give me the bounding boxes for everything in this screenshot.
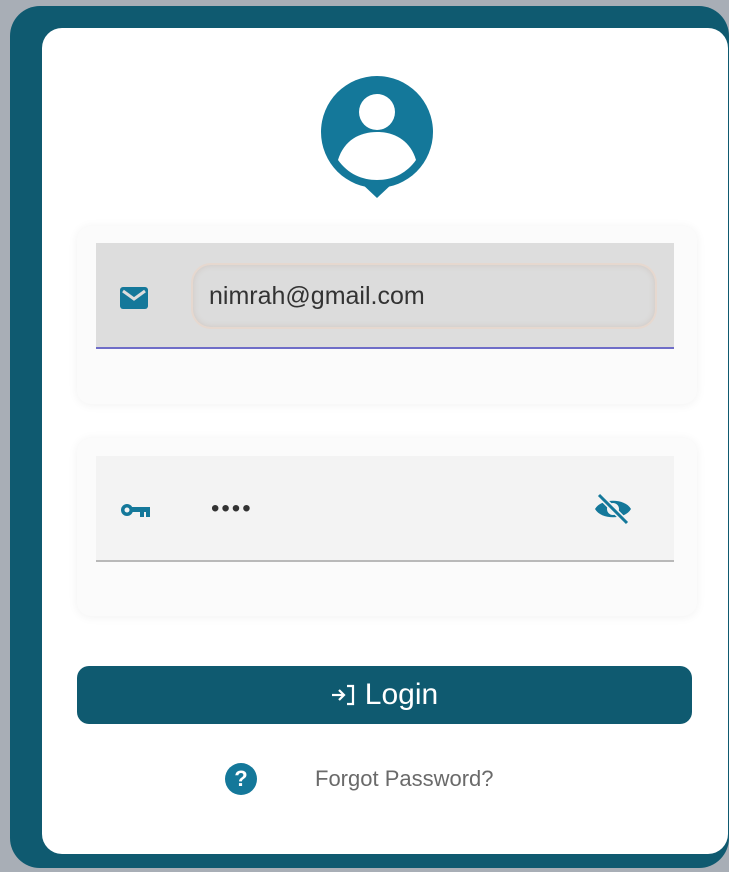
help-circle-icon: ? [225, 763, 257, 795]
email-panel [77, 226, 697, 404]
login-card: Login ? Forgot Password? [42, 28, 728, 854]
email-field [96, 243, 674, 349]
login-arrow-icon [331, 684, 354, 706]
login-button[interactable]: Login [77, 666, 692, 724]
forgot-password-label: Forgot Password? [315, 766, 494, 791]
outer-frame: Login ? Forgot Password? [10, 6, 729, 868]
password-input[interactable] [211, 484, 571, 534]
password-panel [77, 438, 697, 616]
eye-off-icon[interactable] [591, 492, 635, 526]
email-input-wrapper [193, 265, 655, 327]
forgot-password-link[interactable]: ? Forgot Password? [225, 762, 494, 796]
login-button-label: Login [364, 678, 439, 711]
key-icon [121, 504, 150, 517]
user-avatar-pin-icon [321, 76, 433, 198]
mail-icon [120, 287, 148, 309]
password-field [96, 456, 674, 562]
email-input[interactable] [193, 265, 655, 327]
